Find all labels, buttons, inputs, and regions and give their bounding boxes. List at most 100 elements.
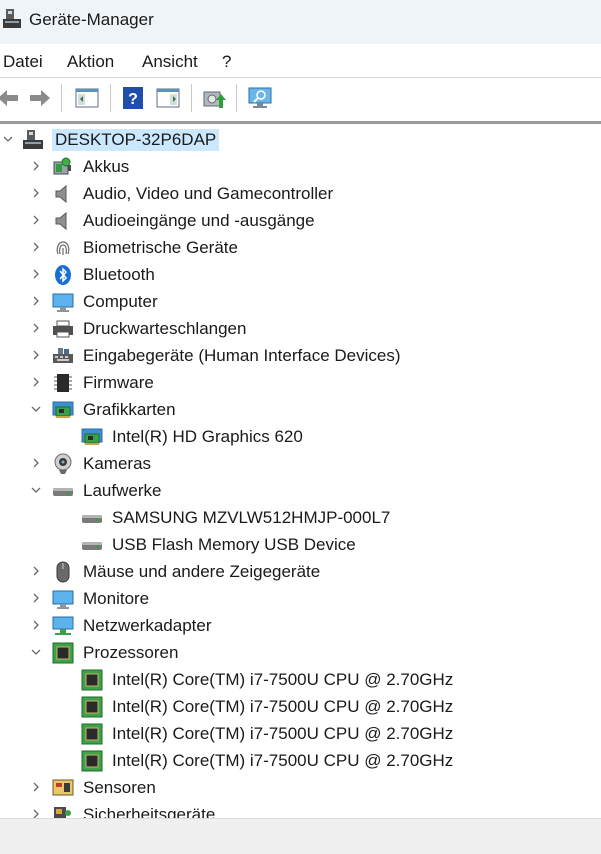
tree-category[interactable]: Netzwerkadapter: [0, 612, 601, 639]
chevron-right-icon[interactable]: [29, 375, 43, 389]
chevron-right-icon[interactable]: [29, 159, 43, 173]
tree-category[interactable]: Sicherheitsgeräte: [0, 801, 601, 818]
chevron-right-icon[interactable]: [29, 618, 43, 632]
tree-category[interactable]: Audio, Video und Gamecontroller: [0, 180, 601, 207]
chevron-right-icon[interactable]: [29, 240, 43, 254]
tree-item-label: Sicherheitsgeräte: [83, 805, 216, 818]
drive-icon: [52, 480, 74, 502]
security-device-icon: [52, 804, 74, 818]
tree-item-label: Sensoren: [83, 778, 156, 797]
tree-category[interactable]: Bluetooth: [0, 261, 601, 288]
printer-icon: [52, 318, 74, 340]
tree-device[interactable]: SAMSUNG MZVLW512HMJP-000L7: [0, 504, 601, 531]
chevron-right-icon[interactable]: [29, 267, 43, 281]
tree-item-label: Druckwarteschlangen: [83, 319, 247, 338]
tree-category[interactable]: Eingabegeräte (Human Interface Devices): [0, 342, 601, 369]
forward-icon[interactable]: [26, 84, 54, 112]
mouse-icon: [52, 561, 74, 583]
tree-item-label: Audio, Video und Gamecontroller: [83, 184, 334, 203]
chevron-right-icon[interactable]: [29, 186, 43, 200]
tree-item-label: Monitore: [83, 589, 150, 608]
tree-root[interactable]: DESKTOP-32P6DAP: [0, 126, 601, 153]
tree-item-label: Prozessoren: [83, 643, 179, 662]
chevron-down-icon[interactable]: [29, 402, 43, 416]
show-hide-console-tree-icon[interactable]: [73, 84, 101, 112]
chevron-down-icon[interactable]: [29, 645, 43, 659]
hid-icon: [52, 345, 74, 367]
tree-root-label: DESKTOP-32P6DAP: [52, 129, 220, 151]
tree-category[interactable]: Prozessoren: [0, 639, 601, 666]
tree-category[interactable]: Monitore: [0, 585, 601, 612]
tree-device[interactable]: Intel(R) Core(TM) i7-7500U CPU @ 2.70GHz: [0, 693, 601, 720]
tree-device[interactable]: USB Flash Memory USB Device: [0, 531, 601, 558]
tree-item-label: Bluetooth: [83, 265, 155, 284]
chevron-down-icon[interactable]: [1, 132, 15, 146]
toolbar: ?: [0, 78, 601, 118]
display-adapter-icon: [52, 399, 74, 421]
tree-item-label: Mäuse und andere Zeigegeräte: [83, 562, 321, 581]
speaker-icon: [52, 183, 74, 205]
webcam-icon: [52, 453, 74, 475]
help-icon[interactable]: ?: [119, 84, 147, 112]
chip-icon: [52, 372, 74, 394]
chevron-right-icon[interactable]: [29, 591, 43, 605]
monitor-icon: [52, 291, 74, 313]
tree-item-label: Computer: [83, 292, 158, 311]
cpu-icon: [81, 669, 103, 691]
tree-device[interactable]: Intel(R) Core(TM) i7-7500U CPU @ 2.70GHz: [0, 666, 601, 693]
properties-pane-icon[interactable]: [154, 84, 182, 112]
tree-item-label: Intel(R) HD Graphics 620: [112, 427, 303, 446]
tree-category[interactable]: Mäuse und andere Zeigegeräte: [0, 558, 601, 585]
fingerprint-icon: [52, 237, 74, 259]
chevron-right-icon[interactable]: [29, 321, 43, 335]
sensor-icon: [52, 777, 74, 799]
monitor-icon: [52, 588, 74, 610]
svg-text:?: ?: [128, 91, 138, 108]
window-title: Geräte-Manager: [29, 10, 154, 29]
tree-category[interactable]: Kameras: [0, 450, 601, 477]
chevron-right-icon[interactable]: [29, 807, 43, 818]
back-icon[interactable]: [0, 84, 22, 112]
tree-item-label: Eingabegeräte (Human Interface Devices): [83, 346, 401, 365]
chevron-right-icon[interactable]: [29, 456, 43, 470]
tree-category[interactable]: Laufwerke: [0, 477, 601, 504]
update-driver-icon[interactable]: [200, 84, 228, 112]
tree-item-label: Biometrische Geräte: [83, 238, 238, 257]
cpu-icon: [52, 642, 74, 664]
device-manager-icon: [2, 8, 22, 30]
tree-category[interactable]: Sensoren: [0, 774, 601, 801]
chevron-right-icon[interactable]: [29, 348, 43, 362]
tree-item-label: Kameras: [83, 454, 152, 473]
menu-datei[interactable]: Datei: [3, 52, 43, 72]
tree-category[interactable]: Akkus: [0, 153, 601, 180]
tree-item-label: Intel(R) Core(TM) i7-7500U CPU @ 2.70GHz: [112, 751, 454, 770]
chevron-right-icon[interactable]: [29, 564, 43, 578]
menu-help[interactable]: ?: [222, 52, 231, 72]
tree-device[interactable]: Intel(R) Core(TM) i7-7500U CPU @ 2.70GHz: [0, 720, 601, 747]
tree-item-label: Netzwerkadapter: [83, 616, 212, 635]
tree-category[interactable]: Druckwarteschlangen: [0, 315, 601, 342]
chevron-right-icon[interactable]: [29, 294, 43, 308]
scan-hardware-icon[interactable]: [246, 84, 274, 112]
tree-device[interactable]: Intel(R) HD Graphics 620: [0, 423, 601, 450]
tree-category[interactable]: Computer: [0, 288, 601, 315]
menu-aktion[interactable]: Aktion: [67, 52, 114, 72]
cpu-icon: [81, 750, 103, 772]
cpu-icon: [81, 723, 103, 745]
tree-item-label: Intel(R) Core(TM) i7-7500U CPU @ 2.70GHz: [112, 724, 454, 743]
tree-category[interactable]: Firmware: [0, 369, 601, 396]
chevron-down-icon[interactable]: [29, 483, 43, 497]
chevron-right-icon[interactable]: [29, 780, 43, 794]
tree-category[interactable]: Biometrische Geräte: [0, 234, 601, 261]
chevron-right-icon[interactable]: [29, 213, 43, 227]
display-adapter-icon: [81, 426, 103, 448]
tree-category[interactable]: Grafikkarten: [0, 396, 601, 423]
speaker-icon: [52, 210, 74, 232]
toolbar-separator: [110, 84, 111, 112]
drive-icon: [81, 507, 103, 529]
menu-ansicht[interactable]: Ansicht: [142, 52, 198, 72]
tree-item-label: Laufwerke: [83, 481, 162, 500]
tree-device[interactable]: Intel(R) Core(TM) i7-7500U CPU @ 2.70GHz: [0, 747, 601, 774]
tree-item-label: USB Flash Memory USB Device: [112, 535, 356, 554]
tree-category[interactable]: Audioeingänge und -ausgänge: [0, 207, 601, 234]
